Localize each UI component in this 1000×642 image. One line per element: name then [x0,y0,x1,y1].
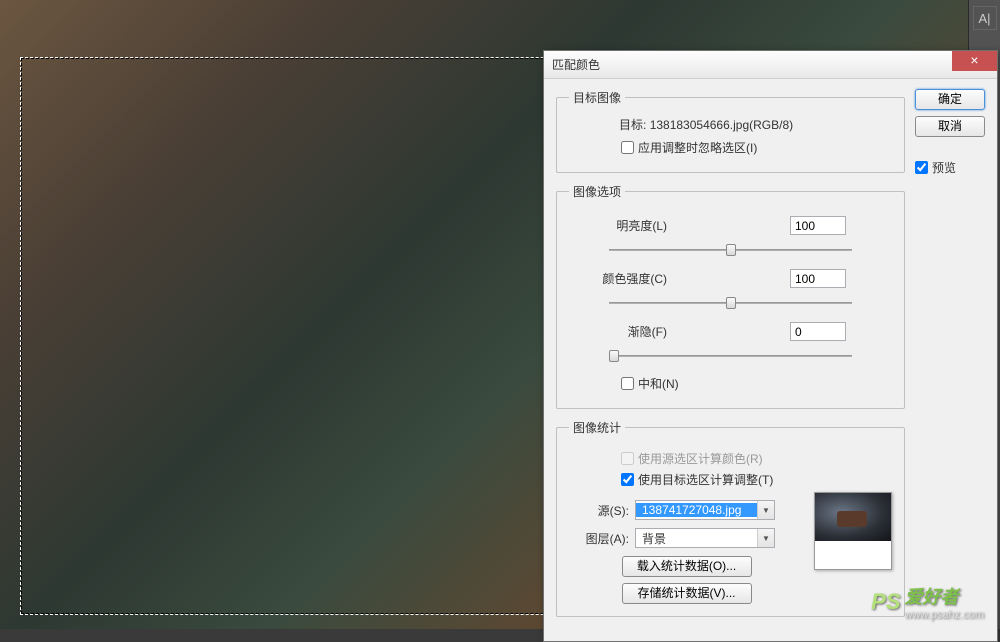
color-intensity-slider[interactable] [569,294,892,312]
watermark: PS 爱好者 www.psahz.com [871,583,984,621]
preview-label: 预览 [932,159,956,176]
source-dropdown[interactable]: 138741727048.jpg ▼ [635,500,775,520]
luminance-slider[interactable] [569,241,892,259]
target-image-legend: 目标图像 [569,89,625,106]
image-options-legend: 图像选项 [569,183,625,200]
source-label: 源(S): [569,502,629,519]
ignore-selection-checkbox[interactable] [621,141,634,154]
fade-slider[interactable] [569,347,892,365]
watermark-brand: PS [871,589,900,615]
preview-checkbox[interactable] [915,161,928,174]
target-label: 目标: [619,118,646,132]
dialog-title: 匹配颜色 [552,56,600,73]
image-statistics-legend: 图像统计 [569,419,625,436]
fade-label: 渐隐(F) [569,323,667,340]
image-statistics-group: 图像统计 使用源选区计算颜色(R) 使用目标选区计算调整(T) 源(S): 13… [556,419,905,617]
thumbnail-image [815,493,891,541]
neutralize-label: 中和(N) [638,375,679,392]
layer-dropdown[interactable]: 背景 ▼ [635,528,775,548]
source-dropdown-value: 138741727048.jpg [636,503,757,517]
chevron-down-icon: ▼ [757,529,774,547]
use-source-selection-checkbox [621,452,634,465]
luminance-label: 明亮度(L) [569,217,667,234]
watermark-url: www.psahz.com [905,609,984,621]
match-color-dialog: 匹配颜色 × 目标图像 目标: 138183054666.jpg(RGB/8) … [543,50,998,642]
watermark-text: 爱好者 [905,587,959,607]
load-statistics-button[interactable]: 载入统计数据(O)... [622,556,752,577]
fade-input[interactable] [790,322,846,341]
dialog-titlebar[interactable]: 匹配颜色 × [544,51,997,79]
use-target-selection-label: 使用目标选区计算调整(T) [638,471,773,488]
use-source-selection-label: 使用源选区计算颜色(R) [638,450,763,467]
luminance-input[interactable] [790,216,846,235]
layer-dropdown-value: 背景 [636,530,757,547]
save-statistics-button[interactable]: 存储统计数据(V)... [622,583,752,604]
ignore-selection-label: 应用调整时忽略选区(I) [638,139,757,156]
image-options-group: 图像选项 明亮度(L) 颜色强度(C) [556,183,905,409]
color-intensity-label: 颜色强度(C) [569,270,667,287]
cancel-button[interactable]: 取消 [915,116,985,137]
layer-label: 图层(A): [569,530,629,547]
target-image-group: 目标图像 目标: 138183054666.jpg(RGB/8) 应用调整时忽略… [556,89,905,173]
ok-button[interactable]: 确定 [915,89,985,110]
neutralize-checkbox[interactable] [621,377,634,390]
use-target-selection-checkbox[interactable] [621,473,634,486]
close-button[interactable]: × [952,51,997,71]
character-panel-icon[interactable]: A| [973,6,997,30]
source-thumbnail [814,492,892,570]
target-value: 138183054666.jpg(RGB/8) [650,118,793,132]
chevron-down-icon: ▼ [757,501,774,519]
color-intensity-input[interactable] [790,269,846,288]
